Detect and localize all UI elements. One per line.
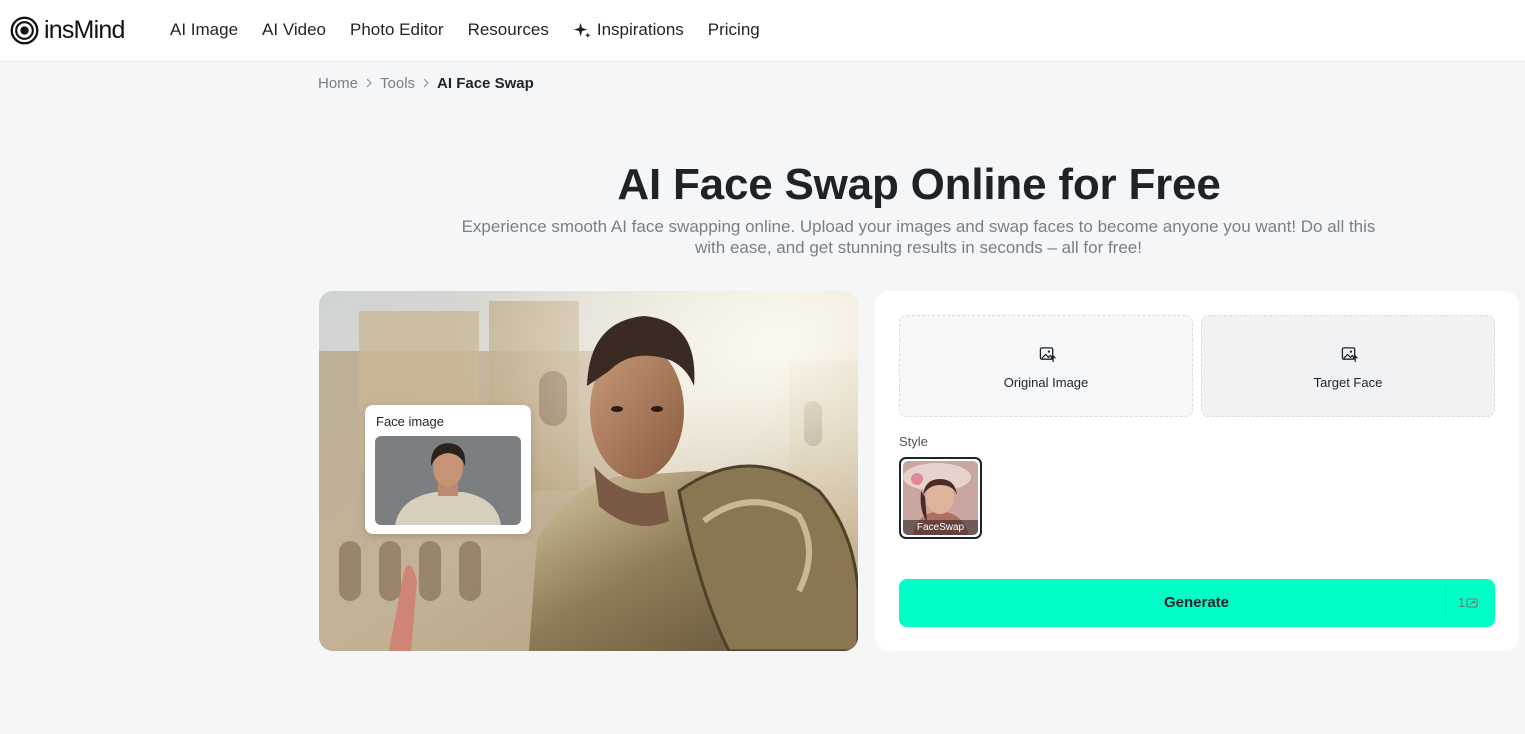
target-face-label: Target Face <box>1313 375 1383 390</box>
preview-image: Face image <box>319 291 858 651</box>
style-label: Style <box>899 434 928 449</box>
target-face-upload[interactable]: Target Face <box>1201 315 1495 417</box>
face-card-photo <box>375 436 521 525</box>
credit-cost-value: 1 <box>1458 595 1466 610</box>
face-swap-panel: Original Image Target Face Style FaceSwa… <box>875 291 1519 651</box>
nav-inspirations[interactable]: Inspirations <box>573 20 684 40</box>
breadcrumb-home[interactable]: Home <box>318 75 358 92</box>
page-title: AI Face Swap Online for Free <box>617 160 1221 209</box>
page-subtitle: Experience smooth AI face swapping onlin… <box>461 217 1376 257</box>
generate-divider <box>1445 587 1446 619</box>
credit-icon <box>1466 597 1478 608</box>
nav-label: AI Image <box>170 20 239 39</box>
generate-button[interactable]: Generate 1 <box>899 579 1495 627</box>
nav-ai-video[interactable]: AI Video <box>262 20 326 40</box>
style-thumb-image: FaceSwap <box>903 461 978 535</box>
style-name: FaceSwap <box>903 520 978 535</box>
nav-label: Photo Editor <box>350 20 444 39</box>
nav-pricing[interactable]: Pricing <box>708 20 760 40</box>
style-option-faceswap[interactable]: FaceSwap <box>899 457 982 539</box>
breadcrumb-current: AI Face Swap <box>437 74 534 92</box>
nav-label: Resources <box>467 20 549 39</box>
breadcrumb: Home Tools AI Face Swap <box>318 73 534 93</box>
nav-label: AI Video <box>262 20 327 39</box>
logo-text: insMind <box>44 15 125 44</box>
nav-label: Inspirations <box>596 20 684 39</box>
insmind-logo[interactable]: insMind <box>10 14 125 46</box>
nav-label: Pricing <box>707 20 760 39</box>
insmind-logo-icon <box>10 16 39 44</box>
generate-label: Generate <box>1163 594 1230 611</box>
breadcrumb-tools[interactable]: Tools <box>380 75 415 92</box>
image-upload-icon <box>1039 347 1056 363</box>
face-photo-image <box>375 436 521 525</box>
nav-resources[interactable]: Resources <box>468 20 549 40</box>
face-image-card: Face image <box>365 405 531 534</box>
nav-photo-editor[interactable]: Photo Editor <box>350 20 444 40</box>
chevron-right-icon <box>415 78 437 88</box>
main-nav: AI Image AI Video Photo Editor Resources… <box>170 0 784 60</box>
nav-ai-image[interactable]: AI Image <box>170 20 238 40</box>
credit-cost: 1 <box>1458 595 1478 610</box>
top-header: insMind AI Image AI Video Photo Editor R… <box>0 0 1525 62</box>
sparkle-icon <box>573 22 591 38</box>
original-image-upload[interactable]: Original Image <box>899 315 1193 417</box>
face-card-label: Face image <box>376 414 444 429</box>
image-upload-icon <box>1341 347 1358 363</box>
chevron-right-icon <box>358 78 380 88</box>
original-image-label: Original Image <box>1003 375 1089 390</box>
